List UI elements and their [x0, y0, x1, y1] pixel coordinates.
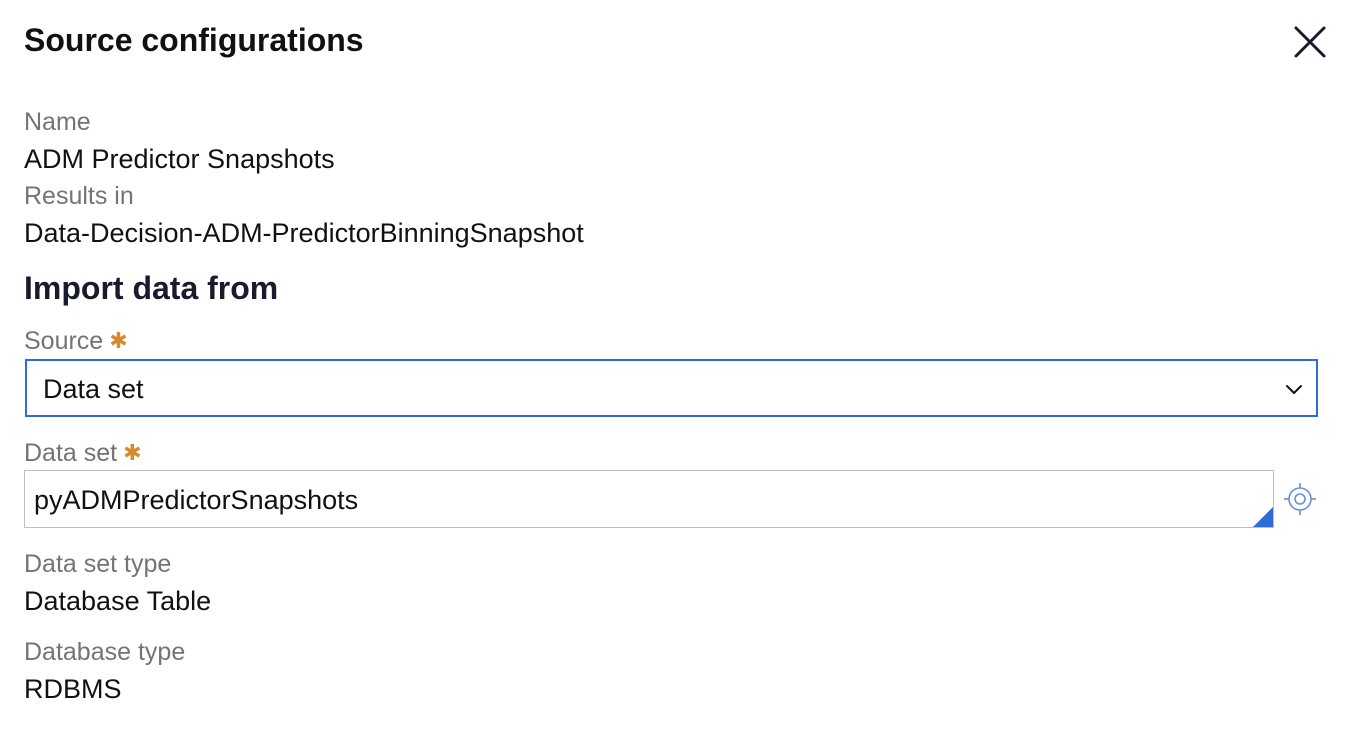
required-icon: ✱ [123, 440, 142, 465]
results-in-label: Results in [24, 182, 134, 210]
source-label: Source ✱ [24, 326, 128, 356]
dataset-input-value: pyADMPredictorSnapshots [34, 485, 359, 515]
dataset-input[interactable]: pyADMPredictorSnapshots [24, 470, 1274, 528]
close-icon [1294, 26, 1326, 58]
source-label-text: Source [24, 327, 104, 355]
name-label: Name [24, 108, 91, 136]
close-button[interactable] [1290, 22, 1330, 62]
source-select-value: Data set [43, 374, 144, 404]
required-icon: ✱ [109, 328, 128, 353]
database-type-label: Database type [24, 638, 186, 666]
crosshair-target-icon [1284, 483, 1316, 515]
results-in-value: Data-Decision-ADM-PredictorBinningSnapsh… [24, 218, 584, 248]
dataset-lookup-button[interactable] [1283, 482, 1317, 516]
source-configurations-dialog: Source configurations Name ADM Predictor… [0, 0, 1350, 736]
dataset-label-text: Data set [24, 439, 118, 467]
name-value: ADM Predictor Snapshots [24, 144, 335, 174]
chevron-down-icon [1286, 385, 1302, 394]
database-type-value: RDBMS [24, 674, 122, 704]
dataset-label: Data set ✱ [24, 438, 142, 468]
dialog-title: Source configurations [24, 22, 364, 58]
source-select[interactable]: Data set [25, 359, 1318, 417]
import-data-heading: Import data from [24, 270, 279, 306]
dataset-type-value: Database Table [24, 586, 212, 616]
autocomplete-indicator-icon [1253, 507, 1273, 527]
dataset-type-label: Data set type [24, 550, 172, 578]
